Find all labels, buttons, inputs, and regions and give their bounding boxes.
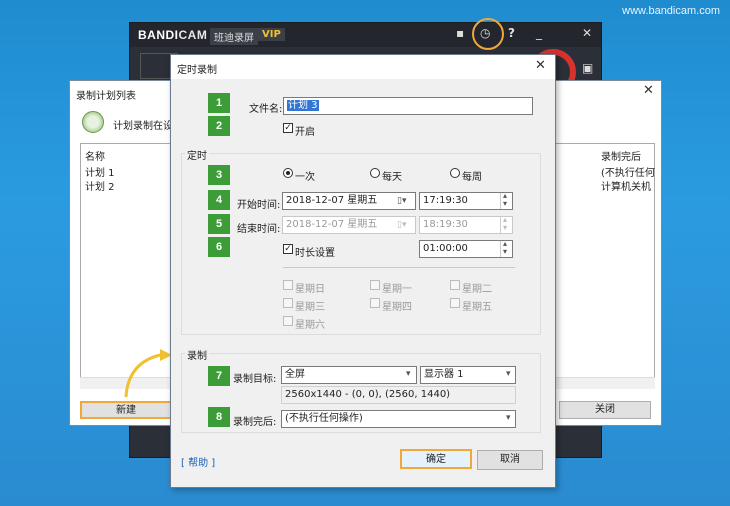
help-icon[interactable]: ? (508, 26, 515, 40)
enable-label: 开启 (295, 127, 315, 138)
weekday-checkbox (370, 298, 380, 308)
weekday-label: 星期三 (295, 302, 325, 313)
cancel-button[interactable]: 取消 (477, 450, 543, 470)
chevron-down-icon[interactable]: ▾ (406, 369, 411, 379)
after-label: 录制完后: (233, 417, 277, 428)
arrow-icon (124, 349, 172, 398)
bandicam-tag: 班迪录屏 (210, 28, 258, 45)
weekday-checkbox (450, 280, 460, 290)
step-badge: 3 (208, 165, 230, 185)
resolution-readout: 2560x1440 - (0, 0), (2560, 1440) (281, 386, 516, 404)
enable-checkbox[interactable]: ✓ (283, 123, 293, 133)
watermark: www.bandicam.com (622, 5, 720, 17)
radio-once-label: 一次 (295, 172, 315, 183)
radio-weekly-label: 每周 (462, 172, 482, 183)
weekday-checkbox (283, 280, 293, 290)
chevron-down-icon[interactable]: ▾ (506, 369, 511, 379)
weekday-label: 星期四 (382, 302, 412, 313)
schedule-dialog: 定时录制 ✕ 1 文件名: 计划 3 2 ✓ 开启 定时 3 一次 每天 每周 … (170, 54, 556, 488)
bandicam-logo: BANDICAM (138, 28, 208, 42)
calendar-dropdown-icon: ▯▾ (397, 220, 407, 230)
bandicam-titlebar: BANDICAM 班迪录屏 VIP ▪ ◷ ? _ ✕ (130, 18, 601, 50)
weekday-checkbox (370, 280, 380, 290)
step-badge: 4 (208, 190, 230, 210)
duration-label: 时长设置 (295, 248, 335, 259)
step-badge: 6 (208, 237, 230, 257)
end-time-input: 18:19:30 (419, 216, 513, 234)
close-icon[interactable]: ✕ (582, 26, 592, 40)
step-badge: 8 (208, 407, 230, 427)
end-time-label: 结束时间: (237, 224, 281, 235)
minimize-icon[interactable]: _ (536, 26, 542, 40)
table-row-name[interactable]: 计划 1 (85, 164, 115, 179)
weekday-checkbox (283, 316, 293, 326)
step-badge: 2 (208, 116, 230, 136)
chevron-down-icon[interactable]: ▾ (506, 413, 511, 423)
vip-badge: VIP (258, 28, 285, 41)
radio-weekly[interactable] (450, 168, 460, 178)
weekday-label: 星期日 (295, 284, 325, 295)
duration-spinner[interactable] (500, 239, 512, 257)
weekday-checkbox (450, 298, 460, 308)
step-badge: 7 (208, 366, 230, 386)
weekday-label: 星期二 (462, 284, 492, 295)
radio-daily[interactable] (370, 168, 380, 178)
target-label: 录制目标: (233, 374, 277, 385)
close-icon[interactable]: ✕ (535, 58, 546, 73)
radio-daily-label: 每天 (382, 172, 402, 183)
target-select[interactable]: 全屏 (281, 366, 417, 384)
folder-icon[interactable]: ▪ (456, 26, 464, 40)
weekday-label: 星期六 (295, 320, 325, 331)
start-time-label: 开始时间: (237, 200, 281, 211)
radio-once[interactable] (283, 168, 293, 178)
timing-group-title: 定时 (185, 147, 209, 162)
weekday-checkbox (283, 298, 293, 308)
schedule-list-title: 录制计划列表 (76, 91, 136, 102)
divider (283, 267, 515, 268)
dialog-title: 定时录制 (177, 65, 217, 76)
help-link[interactable]: [ 帮助 ] (181, 454, 215, 469)
duration-checkbox[interactable]: ✓ (283, 244, 293, 254)
after-select[interactable]: (不执行任何操作) (281, 410, 516, 428)
weekday-label: 星期一 (382, 284, 412, 295)
start-time-spinner[interactable] (500, 191, 512, 209)
column-name[interactable]: 名称 (85, 148, 105, 163)
start-date-picker[interactable]: 2018-12-07 星期五 (282, 192, 416, 210)
table-row-after[interactable]: 计算机关机 (601, 178, 651, 193)
step-badge: 1 (208, 93, 230, 113)
dialog-titlebar: 定时录制 ✕ (171, 55, 555, 79)
ok-button[interactable]: 确定 (400, 449, 472, 469)
calendar-dropdown-icon[interactable]: ▯▾ (397, 196, 406, 206)
weekday-label: 星期五 (462, 302, 492, 313)
filename-label: 文件名: (249, 104, 283, 115)
step-badge: 5 (208, 214, 230, 234)
table-row-after[interactable]: (不执行任何 (601, 164, 655, 179)
close-button[interactable]: 关闭 (559, 401, 651, 419)
monitor-select[interactable]: 显示器 1 (420, 366, 516, 384)
duration-input[interactable]: 01:00:00 (419, 240, 513, 258)
table-row-name[interactable]: 计划 2 (85, 178, 115, 193)
camera-icon[interactable]: ▣ (582, 61, 593, 75)
clock-icon[interactable]: ◷ (480, 26, 490, 40)
filename-input[interactable]: 计划 3 (283, 97, 533, 115)
end-time-spinner (500, 215, 512, 233)
schedule-clock-icon (82, 111, 104, 133)
start-time-input[interactable]: 17:19:30 (419, 192, 513, 210)
close-icon[interactable]: ✕ (643, 83, 654, 98)
column-after[interactable]: 录制完后 (601, 148, 641, 163)
end-date-picker: 2018-12-07 星期五 (282, 216, 416, 234)
record-group-title: 录制 (185, 347, 209, 362)
